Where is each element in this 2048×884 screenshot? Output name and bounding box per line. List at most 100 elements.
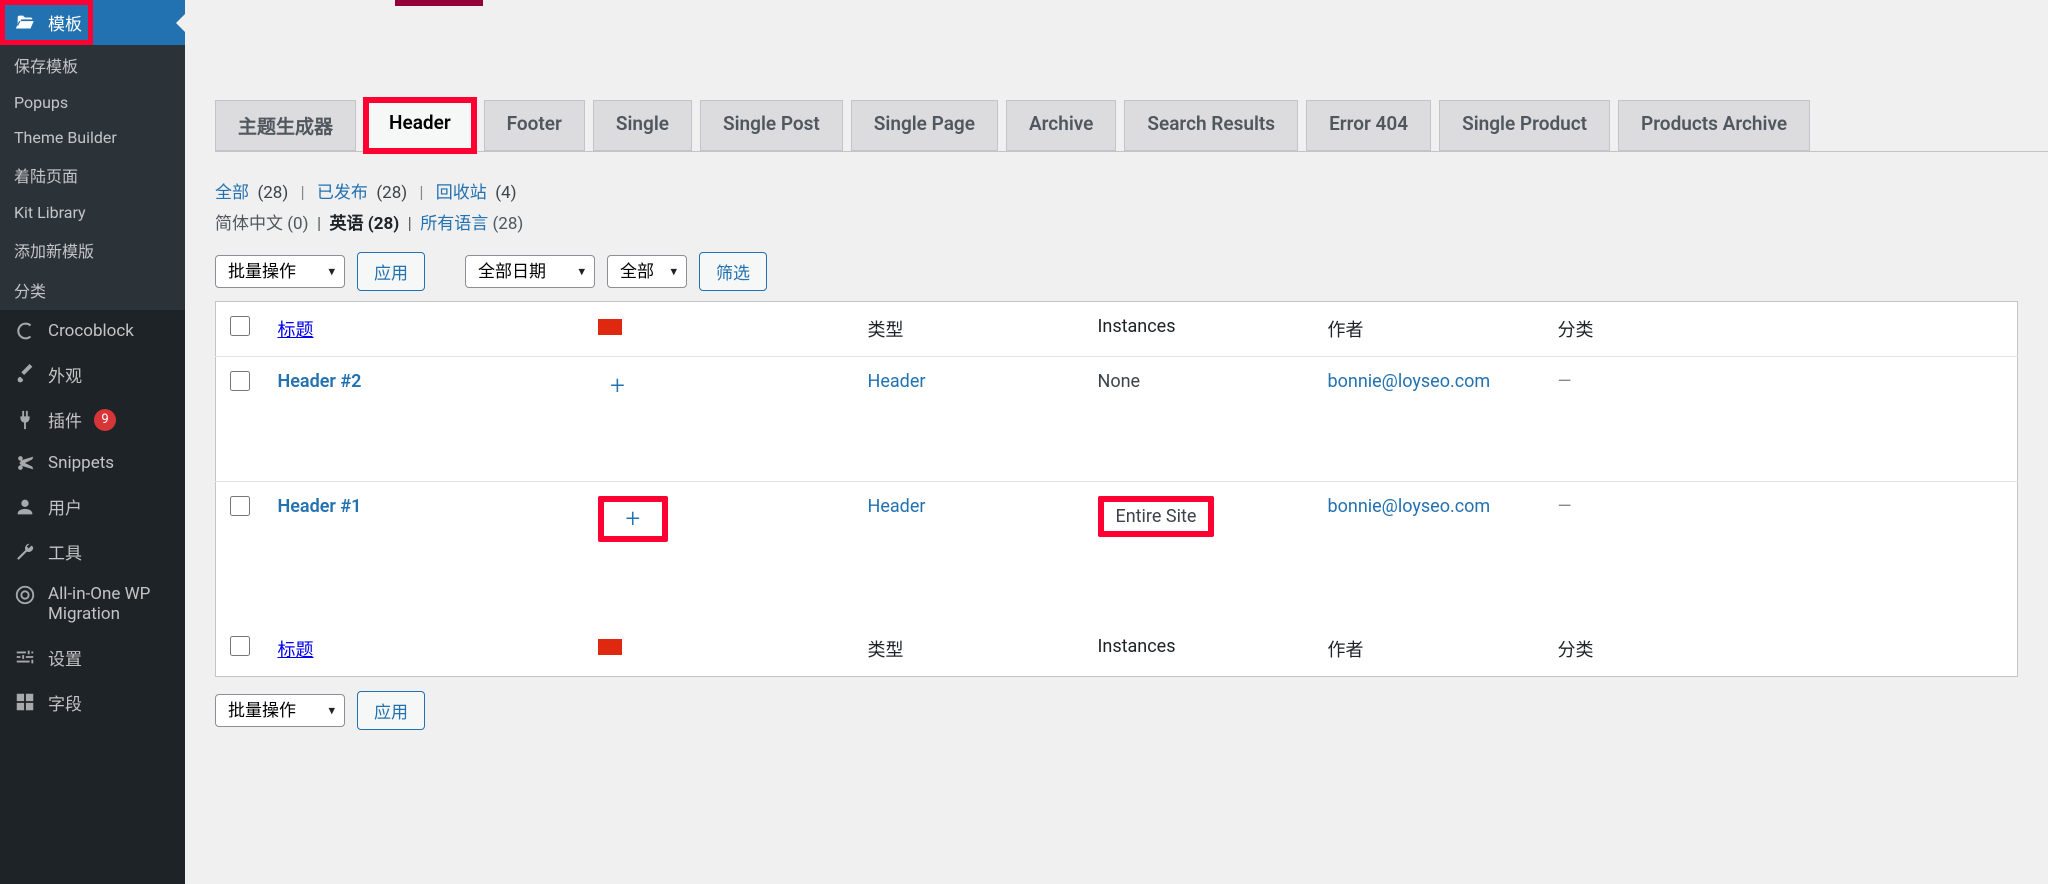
flag-cn-icon (598, 639, 622, 655)
col-author[interactable]: 作者 (1328, 640, 1364, 661)
tab-header[interactable]: Header (363, 97, 477, 154)
wrench-icon (14, 541, 36, 563)
scissors-icon (14, 452, 36, 474)
apply-bulk-button[interactable]: 应用 (357, 252, 425, 291)
filter-published[interactable]: 已发布 (317, 183, 368, 203)
row-author-link[interactable]: bonnie@loyseo.com (1328, 496, 1491, 517)
sidebar-item-templates[interactable]: 模板 (0, 0, 185, 45)
row-type-link[interactable]: Header (868, 371, 926, 392)
sidebar-item-plugins[interactable]: 插件 9 (0, 397, 185, 442)
update-badge: 9 (94, 409, 116, 431)
bulk-action-select-bottom[interactable]: 批量操作 (215, 694, 345, 727)
count: (28) (372, 183, 407, 203)
sidebar-item-label: Crocoblock (48, 321, 134, 341)
sidebar-item-label: 用户 (48, 494, 82, 519)
sidebar-item-label: 设置 (48, 645, 82, 670)
sidebar-item-label: Snippets (48, 453, 114, 473)
col-title[interactable]: 标题 (278, 640, 314, 661)
tab-single-page[interactable]: Single Page (851, 100, 998, 151)
sidebar-sub-categories[interactable]: 分类 (0, 270, 185, 310)
tab-theme-builder[interactable]: 主题生成器 (215, 100, 356, 151)
select-all-checkbox-bottom[interactable] (230, 636, 250, 656)
sidebar-sub-saved-templates[interactable]: 保存模板 (0, 45, 185, 85)
row-checkbox[interactable] (230, 371, 250, 391)
col-type: 类型 (854, 302, 1084, 357)
col-instances: Instances (1084, 622, 1314, 677)
sidebar-item-label: 字段 (48, 690, 82, 715)
sidebar-item-aio-migration[interactable]: All-in-One WP Migration (0, 574, 185, 635)
flag-cn-icon (598, 319, 622, 335)
language-filters: 简体中文 (0) | 英语 (28) | 所有语言 (28) (215, 209, 2018, 234)
filter-button[interactable]: 筛选 (699, 252, 767, 291)
add-translation-button[interactable]: + (598, 371, 638, 401)
tab-search-results[interactable]: Search Results (1124, 100, 1298, 151)
col-title[interactable]: 标题 (278, 320, 314, 341)
lang-en[interactable]: 英语 (28) (330, 214, 400, 234)
filter-bar-top: 批量操作 应用 全部日期 全部 筛选 (215, 252, 2018, 291)
date-filter-select[interactable]: 全部日期 (465, 255, 595, 288)
plus-icon[interactable]: + (626, 506, 641, 532)
sidebar-sub-add-new[interactable]: 添加新模版 (0, 230, 185, 270)
highlight-plus: + (598, 496, 669, 542)
migration-icon (14, 584, 36, 606)
table-row: Header #2 + Header None bonnie@loyseo.co… (216, 357, 2018, 482)
col-category: 分类 (1544, 622, 2018, 677)
brush-icon (14, 364, 36, 386)
col-type: 类型 (854, 622, 1084, 677)
folder-open-icon (14, 12, 36, 34)
sidebar-item-appearance[interactable]: 外观 (0, 352, 185, 397)
filter-trash[interactable]: 回收站 (436, 183, 487, 203)
user-icon (14, 496, 36, 518)
sliders-icon (14, 646, 36, 668)
row-checkbox[interactable] (230, 496, 250, 516)
sidebar-sub-landing[interactable]: 着陆页面 (0, 155, 185, 195)
template-type-tabs: 主题生成器 Header Footer Single Single Post S… (215, 100, 2048, 152)
sidebar-item-label: 工具 (48, 539, 82, 564)
col-author[interactable]: 作者 (1328, 320, 1364, 341)
sidebar-item-tools[interactable]: 工具 (0, 529, 185, 574)
sidebar-sub-kit-library[interactable]: Kit Library (0, 195, 185, 230)
sidebar-item-snippets[interactable]: Snippets (0, 442, 185, 484)
sidebar-item-settings[interactable]: 设置 (0, 635, 185, 680)
tab-products-archive[interactable]: Products Archive (1618, 100, 1810, 151)
col-category: 分类 (1544, 302, 2018, 357)
tab-single-product[interactable]: Single Product (1439, 100, 1610, 151)
tab-archive[interactable]: Archive (1006, 100, 1116, 151)
row-instances: Entire Site (1116, 506, 1197, 527)
plus-icon: + (610, 373, 625, 399)
count: (28) (253, 183, 288, 203)
sidebar-item-label: All-in-One WP Migration (48, 584, 171, 625)
filter-all[interactable]: 全部 (215, 183, 249, 203)
select-all-checkbox[interactable] (230, 316, 250, 336)
tab-error-404[interactable]: Error 404 (1306, 100, 1431, 151)
plug-icon (14, 409, 36, 431)
filter-bar-bottom: 批量操作 应用 (215, 691, 2018, 730)
count: (4) (491, 183, 517, 203)
admin-sidebar: 模板 保存模板 Popups Theme Builder 着陆页面 Kit Li… (0, 0, 185, 884)
row-author-link[interactable]: bonnie@loyseo.com (1328, 371, 1491, 392)
row-type-link[interactable]: Header (868, 496, 926, 517)
tab-single[interactable]: Single (593, 100, 692, 151)
row-category: — (1558, 371, 1572, 392)
row-title-link[interactable]: Header #2 (278, 371, 362, 392)
main-content: 主题生成器 Header Footer Single Single Post S… (185, 0, 2048, 884)
sidebar-item-users[interactable]: 用户 (0, 484, 185, 529)
sidebar-item-fields[interactable]: 字段 (0, 680, 185, 725)
lang-all[interactable]: 所有语言 (420, 214, 488, 234)
tab-footer[interactable]: Footer (484, 100, 585, 151)
sidebar-item-crocoblock[interactable]: Crocoblock (0, 310, 185, 352)
bulk-action-select[interactable]: 批量操作 (215, 255, 345, 288)
apply-bulk-button-bottom[interactable]: 应用 (357, 691, 425, 730)
sidebar-item-label: 插件 (48, 407, 82, 432)
post-status-filters: 全部 (28) | 已发布 (28) | 回收站 (4) (215, 178, 2018, 203)
grid-icon (14, 691, 36, 713)
crocoblock-icon (14, 320, 36, 342)
sidebar-item-label: 模板 (48, 10, 82, 35)
tab-single-post[interactable]: Single Post (700, 100, 843, 151)
sidebar-item-label: 外观 (48, 362, 82, 387)
sidebar-sub-theme-builder[interactable]: Theme Builder (0, 120, 185, 155)
sidebar-sub-popups[interactable]: Popups (0, 85, 185, 120)
row-title-link[interactable]: Header #1 (278, 496, 362, 517)
lang-zh[interactable]: 简体中文 (0) (215, 214, 309, 234)
category-filter-select[interactable]: 全部 (607, 255, 687, 288)
